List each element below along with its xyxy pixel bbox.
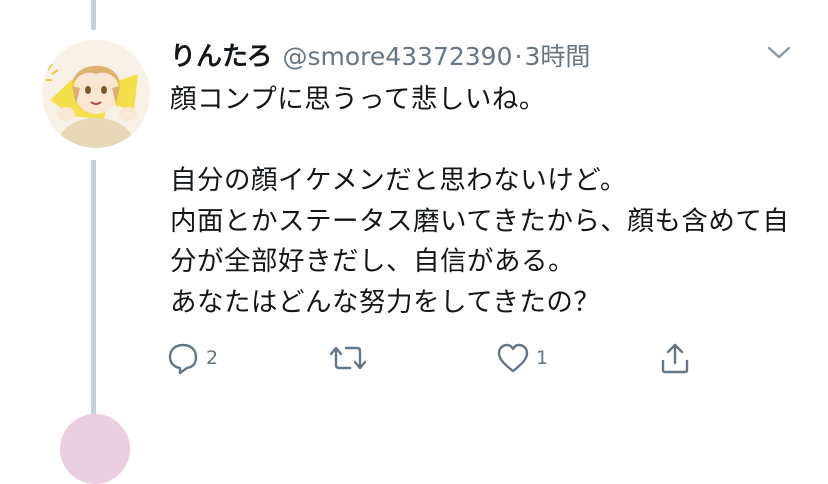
share-button[interactable] [658,340,692,376]
avatar-illustration [42,40,150,148]
timestamp[interactable]: 3時間 [524,37,590,73]
display-name[interactable]: りんたろ [170,36,272,73]
chevron-down-icon[interactable] [766,44,792,62]
like-count: 1 [536,347,549,369]
share-icon [658,341,692,375]
retweet-button[interactable] [328,340,368,376]
retweet-icon [328,341,368,375]
thread-line-top [91,0,96,30]
user-handle[interactable]: @smore43372390 [282,42,512,71]
heart-icon [496,341,530,375]
comment-icon [166,341,200,375]
reply-count: 2 [206,347,219,369]
tweet-text: 顔コンプに思うって悲しいね。 自分の顔イケメンだと思わないけど。 内面とかステー… [170,84,790,318]
reply-button[interactable]: 2 [166,340,218,376]
separator-dot: · [514,42,523,71]
like-button[interactable]: 1 [496,340,548,376]
avatar[interactable] [42,40,150,148]
thread-line-bottom [91,160,96,426]
action-bar: 2 1 [166,340,706,380]
tweet-header: りんたろ @smore43372390 · 3時間 [170,36,590,72]
next-avatar[interactable] [60,414,130,484]
